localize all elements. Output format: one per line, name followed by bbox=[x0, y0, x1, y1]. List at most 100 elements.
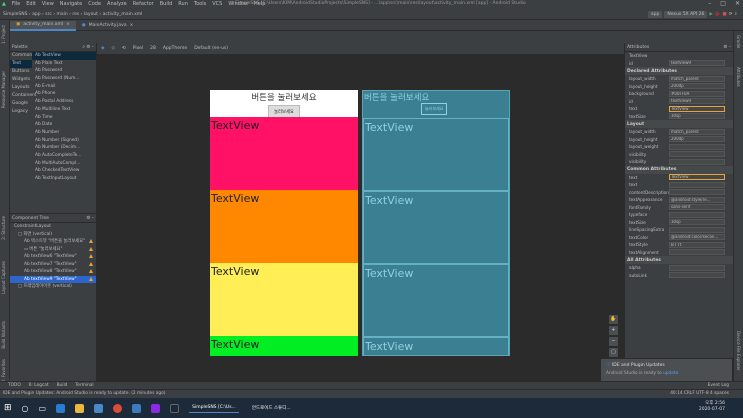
palette-category-widgets[interactable]: Widgets bbox=[10, 76, 32, 84]
tree-node[interactable]: Ab textView9 "TextView" bbox=[10, 275, 96, 283]
palette-item[interactable]: Ab Password (Num... bbox=[32, 75, 96, 83]
api-dropdown[interactable]: 28 bbox=[150, 46, 156, 51]
run-icon[interactable]: ▶ bbox=[709, 12, 712, 17]
attribute-value[interactable]: 200dp bbox=[669, 136, 725, 143]
windows-start-icon[interactable]: ⊞ bbox=[4, 403, 12, 413]
task-view-icon[interactable]: ▭ bbox=[39, 404, 47, 413]
mail-icon[interactable] bbox=[132, 403, 142, 413]
update-notification[interactable]: ⓘ IDE and Plugin Updates Android Studio … bbox=[600, 358, 733, 382]
tree-node[interactable]: □ 화면 (vertical) bbox=[10, 231, 96, 239]
palette-item[interactable]: Ab E-mail bbox=[32, 83, 96, 91]
favorites-tab[interactable]: 2: Favorites bbox=[1, 359, 6, 382]
project-tool-tab[interactable]: 1: Project bbox=[1, 25, 6, 44]
blueprint-textview-9[interactable]: TextView bbox=[363, 337, 509, 355]
debug-icon[interactable]: 🐞 bbox=[715, 12, 721, 17]
attribute-value[interactable]: @android:style/Te... bbox=[669, 196, 725, 203]
minimize-icon[interactable]: – bbox=[708, 0, 711, 7]
blueprint-textview-6[interactable]: TextView bbox=[363, 118, 509, 191]
structure-tab[interactable]: 2: Structure bbox=[1, 216, 6, 240]
attributes-tab[interactable]: Attributes bbox=[736, 67, 741, 87]
palette-item[interactable]: Ab AutoCompleteTe... bbox=[32, 152, 96, 160]
textview-8[interactable]: TextView bbox=[210, 263, 358, 336]
resource-manager-tab[interactable]: Resource Manager bbox=[1, 71, 6, 108]
tree-node[interactable]: Ab 텍스트뷰 "버튼을 눌러보세요" bbox=[10, 238, 96, 246]
attribute-value[interactable]: textView9 bbox=[669, 98, 725, 105]
gear-icon[interactable]: ⚙ – bbox=[723, 45, 731, 50]
steam-icon[interactable] bbox=[170, 403, 180, 413]
menu-tools[interactable]: Tools bbox=[194, 1, 206, 7]
close-icon[interactable]: × bbox=[130, 23, 134, 28]
gear-icon[interactable]: ⚙ – bbox=[86, 216, 94, 221]
palette-item[interactable]: Ab Number bbox=[32, 129, 96, 137]
id-field[interactable]: textView9 bbox=[669, 60, 725, 67]
theme-dropdown[interactable]: AppTheme bbox=[163, 46, 187, 51]
palette-item[interactable]: Ab Number (Decim... bbox=[32, 144, 96, 152]
attribute-value[interactable] bbox=[669, 181, 725, 188]
attribute-value[interactable] bbox=[669, 189, 725, 196]
menu-analyze[interactable]: Analyze bbox=[107, 1, 127, 7]
palette-item[interactable]: Ab Postal Address bbox=[32, 98, 96, 106]
attribute-value[interactable]: #00FF0A bbox=[669, 90, 725, 97]
blueprint-icon[interactable]: ◇ bbox=[111, 46, 114, 51]
menu-navigate[interactable]: Navigate bbox=[60, 1, 82, 7]
palette-item[interactable]: Ab MultiAutoCompl... bbox=[32, 160, 96, 168]
attribute-value[interactable]: TextView bbox=[669, 174, 725, 181]
attribute-value[interactable]: @android:color/secon... bbox=[669, 234, 725, 241]
todo-tab[interactable]: TODO bbox=[8, 383, 21, 388]
blueprint-textview-7[interactable]: TextView bbox=[363, 191, 509, 264]
palette-item[interactable]: Ab TextView bbox=[32, 52, 96, 60]
folder-icon[interactable] bbox=[75, 403, 85, 413]
zoom-in-icon[interactable]: + bbox=[609, 326, 618, 335]
palette-item[interactable]: Ab TextInputLayout bbox=[32, 175, 96, 183]
taskbar-clock[interactable]: 오후 2:56 2020-07-07 bbox=[699, 401, 725, 413]
status-info[interactable]: 40:14 CRLF UTF-8 4 spaces bbox=[670, 391, 729, 396]
layout-captures-tab[interactable]: Layout Captures bbox=[1, 261, 6, 294]
preview-title-text[interactable]: 버튼을 눌러보세요 bbox=[210, 90, 358, 103]
taskbar-android-studio-web[interactable]: 안드로이드 스튜디... bbox=[249, 403, 294, 413]
menu-file[interactable]: File bbox=[12, 1, 20, 7]
close-icon[interactable]: ✕ bbox=[735, 0, 740, 7]
zoom-out-icon[interactable]: − bbox=[609, 337, 618, 346]
palette-category-text[interactable]: Text bbox=[10, 60, 32, 68]
search-icon[interactable]: ○ bbox=[22, 404, 29, 413]
search-icon[interactable]: ⌕ bbox=[734, 11, 737, 17]
design-mode-icon[interactable]: ◆ bbox=[101, 46, 104, 51]
palette-category-google[interactable]: Google bbox=[10, 100, 32, 108]
palette-item[interactable]: Ab Password bbox=[32, 67, 96, 75]
design-canvas[interactable]: 버튼을 눌러보세요 눌러보세요 TextView TextView TextVi… bbox=[97, 55, 624, 381]
tree-node[interactable]: Ab textView6 "TextView" bbox=[10, 253, 96, 261]
close-icon[interactable]: × bbox=[66, 22, 70, 27]
device-file-explorer-tab[interactable]: Device File Explorer bbox=[736, 331, 741, 371]
locale-dropdown[interactable]: Default (en-us) bbox=[194, 46, 228, 51]
attribute-value[interactable]: 200dp bbox=[669, 83, 725, 90]
edge-icon[interactable] bbox=[56, 403, 66, 413]
menu-view[interactable]: View bbox=[42, 1, 54, 7]
search-icon[interactable]: ⌕ ⚙ – bbox=[82, 44, 94, 50]
attribute-value[interactable] bbox=[669, 226, 725, 233]
tab-main-activity[interactable]: ● MainActivity.java × bbox=[76, 21, 140, 31]
tree-node[interactable]: ConstraintLayout bbox=[10, 223, 96, 231]
attribute-value[interactable] bbox=[669, 264, 725, 271]
menu-refactor[interactable]: Refactor bbox=[133, 1, 154, 7]
attribute-value[interactable] bbox=[669, 272, 725, 279]
palette-category-legacy[interactable]: Legacy bbox=[10, 108, 32, 116]
menu-build[interactable]: Build bbox=[160, 1, 173, 7]
attribute-value[interactable] bbox=[669, 151, 725, 158]
textview-9[interactable]: TextView bbox=[210, 336, 358, 356]
palette-item[interactable]: Ab Phone bbox=[32, 90, 96, 98]
gradle-tab[interactable]: Gradle bbox=[736, 35, 741, 48]
attribute-value[interactable] bbox=[669, 158, 725, 165]
palette-item[interactable]: Ab Number (Signed) bbox=[32, 137, 96, 145]
textview-7[interactable]: TextView bbox=[210, 190, 358, 263]
textview-6[interactable]: TextView bbox=[210, 117, 358, 190]
menu-vcs[interactable]: VCS bbox=[212, 1, 222, 7]
device-dropdown[interactable]: Pixel bbox=[133, 46, 143, 51]
device-dropdown[interactable]: Nexus 5X API 26 bbox=[664, 10, 708, 18]
menu-run[interactable]: Run bbox=[178, 1, 188, 7]
build-tab[interactable]: Build bbox=[57, 383, 68, 388]
attribute-value[interactable]: B I Tt bbox=[669, 241, 725, 248]
all-attributes-header[interactable]: All Attributes bbox=[625, 256, 733, 264]
chrome-icon[interactable] bbox=[113, 403, 123, 413]
palette-item[interactable]: Ab CheckedTextView bbox=[32, 167, 96, 175]
attribute-value[interactable]: 30sp bbox=[669, 219, 725, 226]
